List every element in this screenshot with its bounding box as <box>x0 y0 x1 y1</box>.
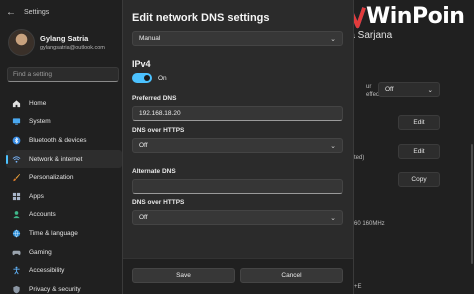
sidebar-item-personalization[interactable]: Personalization <box>6 168 122 187</box>
scrollbar[interactable] <box>471 144 473 264</box>
sidebar-item-label: Privacy & security <box>29 285 81 293</box>
search-placeholder: Find a setting <box>13 71 53 78</box>
ipv4-toggle[interactable] <box>132 73 152 83</box>
alternate-dns-input[interactable] <box>132 179 343 194</box>
back-arrow-icon[interactable]: ← <box>0 1 22 23</box>
edit-button[interactable]: Edit <box>398 144 440 159</box>
network-settings-content: ur effect Off ⌄ Edit ted) Edit Copy 60 1… <box>354 24 474 294</box>
network-icon <box>12 155 21 164</box>
sidebar-item-label: Accessibility <box>29 267 65 275</box>
edit-dns-dialog: Edit network DNS settings Manual ⌄ IPv4 … <box>122 0 354 294</box>
ipv4-toggle-row: On <box>132 73 167 83</box>
watermark-brand: WinPoin <box>366 4 465 29</box>
background-dropdown[interactable]: Off ⌄ <box>378 82 440 97</box>
alternate-dns-label: Alternate DNS <box>132 168 176 175</box>
sidebar-item-label: Gaming <box>29 248 52 256</box>
dropdown-value: Off <box>385 86 394 93</box>
chevron-down-icon: ⌄ <box>330 35 336 43</box>
sidebar-item-label: Bluetooth & devices <box>29 136 87 144</box>
sidebar-item-label: Accounts <box>29 211 56 219</box>
preferred-dns-input[interactable]: 192.168.18.20 <box>132 106 343 121</box>
search-input[interactable]: Find a setting <box>7 67 119 82</box>
system-icon <box>12 117 21 126</box>
apps-icon <box>12 192 21 201</box>
toggle-knob <box>144 75 150 81</box>
chevron-down-icon: ⌄ <box>330 142 336 150</box>
sidebar-item-accessibility[interactable]: Accessibility <box>6 261 122 280</box>
gaming-icon <box>12 248 21 257</box>
cancel-button[interactable]: Cancel <box>240 268 343 283</box>
chevron-down-icon: ⌄ <box>330 214 336 222</box>
globe-icon <box>12 229 21 238</box>
save-button[interactable]: Save <box>132 268 235 283</box>
sidebar-item-label: Home <box>29 99 47 107</box>
sidebar-item-network[interactable]: Network & internet <box>6 149 122 169</box>
edit-button[interactable]: Edit <box>398 115 440 130</box>
sidebar-item-bluetooth[interactable]: Bluetooth & devices <box>6 131 122 150</box>
section-title-ipv4: IPv4 <box>132 59 151 69</box>
dialog-footer: Save Cancel <box>123 258 353 294</box>
accounts-icon <box>12 210 21 219</box>
chevron-down-icon: ⌄ <box>427 86 433 94</box>
sidebar-item-apps[interactable]: Apps <box>6 187 122 206</box>
profile-name: Gylang Satria <box>40 34 89 43</box>
input-value: 192.168.18.20 <box>139 110 181 117</box>
dropdown-value: Manual <box>139 35 161 42</box>
sidebar-item-system[interactable]: System <box>6 113 122 132</box>
setting-text-fragment: ted) <box>354 155 365 161</box>
doh-dropdown-preferred[interactable]: Off ⌄ <box>132 138 343 153</box>
dropdown-value: Off <box>139 214 148 221</box>
sidebar-nav: Home System Bluetooth & devices Network … <box>6 94 122 294</box>
preferred-dns-label: Preferred DNS <box>132 95 177 102</box>
watermark: WinPoin ra Sarjana <box>336 0 474 44</box>
setting-text-fragment: 60 160MHz <box>354 221 385 227</box>
copy-button[interactable]: Copy <box>398 172 440 187</box>
bluetooth-icon <box>12 136 21 145</box>
sidebar-item-accounts[interactable]: Accounts <box>6 206 122 225</box>
sidebar-item-privacy[interactable]: Privacy & security <box>6 280 122 294</box>
profile[interactable]: Gylang Satria gylangsatria@outlook.com <box>8 29 105 56</box>
dns-mode-dropdown[interactable]: Manual ⌄ <box>132 31 343 46</box>
dropdown-value: Off <box>139 142 148 149</box>
doh-label: DNS over HTTPS <box>132 199 185 206</box>
sidebar-item-label: Personalization <box>29 174 74 182</box>
avatar <box>8 29 35 56</box>
sidebar-item-time-language[interactable]: Time & language <box>6 224 122 243</box>
sidebar-item-gaming[interactable]: Gaming <box>6 243 122 262</box>
profile-email: gylangsatria@outlook.com <box>40 45 105 51</box>
app-title: Settings <box>24 8 50 16</box>
sidebar: Gylang Satria gylangsatria@outlook.com F… <box>0 24 122 294</box>
sidebar-item-label: System <box>29 118 51 126</box>
doh-dropdown-alternate[interactable]: Off ⌄ <box>132 210 343 225</box>
accessibility-icon <box>12 266 21 275</box>
dialog-title: Edit network DNS settings <box>132 12 270 24</box>
setting-text-fragment: ur <box>366 84 372 90</box>
setting-text-fragment: +E <box>354 284 362 290</box>
brush-icon <box>12 173 21 182</box>
sidebar-item-label: Time & language <box>29 229 78 237</box>
sidebar-item-label: Apps <box>29 192 44 200</box>
home-icon <box>12 99 21 108</box>
toggle-state-label: On <box>158 74 167 82</box>
doh-label: DNS over HTTPS <box>132 127 185 134</box>
shield-icon <box>12 285 21 294</box>
sidebar-item-label: Network & internet <box>29 155 83 163</box>
sidebar-item-home[interactable]: Home <box>6 94 122 113</box>
